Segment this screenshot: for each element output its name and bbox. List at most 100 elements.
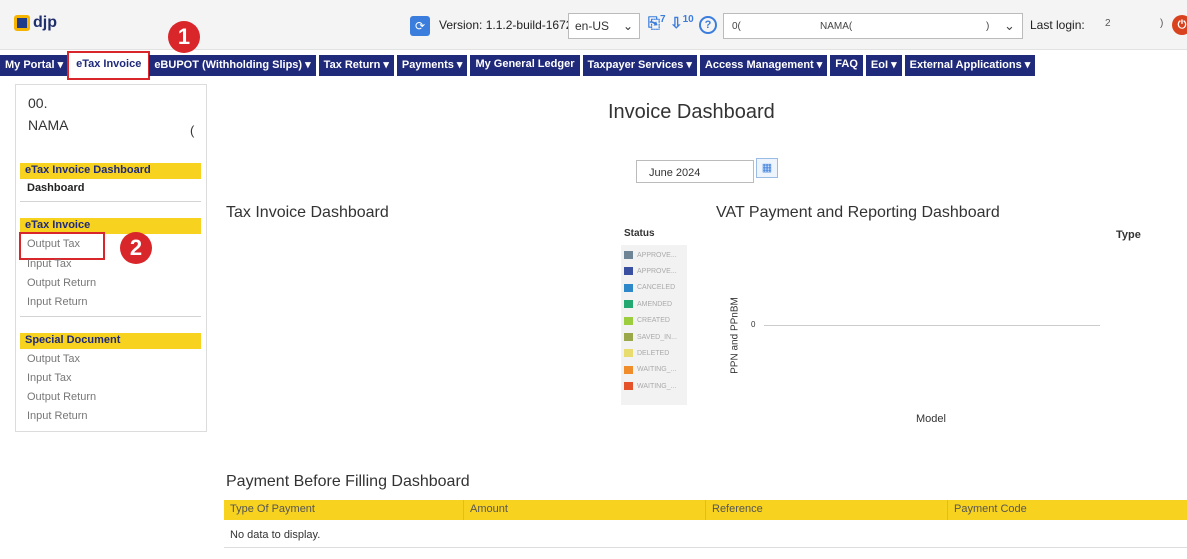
nav-payments[interactable]: Payments ▾ — [396, 55, 468, 76]
legend-label: WAITING_... — [637, 382, 677, 390]
version-info: Version: 1.1.2-build-1672 — [439, 18, 572, 32]
user-select[interactable]: 0( NAMA( ) ⌄ — [723, 13, 1023, 39]
legend-label: CREATED — [637, 317, 670, 325]
column-header-payment-code[interactable]: Payment Code — [948, 500, 1187, 520]
legend-label: WAITING_... — [637, 366, 677, 374]
last-login-label: Last login: — [1030, 18, 1085, 32]
nav-label: Access Management — [704, 59, 814, 71]
language-select[interactable]: en-US ⌄ — [568, 13, 640, 39]
tax-invoice-dashboard-title: Tax Invoice Dashboard — [226, 204, 389, 221]
calendar-icon[interactable]: ▦ — [756, 158, 778, 178]
legend-swatch — [624, 382, 633, 391]
legend-swatch — [624, 251, 633, 259]
sidebar-item-special-output-return[interactable]: Output Return — [27, 391, 96, 403]
legend-swatch — [624, 349, 633, 358]
sidebar-item-output-tax[interactable]: Output Tax — [27, 238, 80, 250]
legend-item[interactable]: WAITING_... — [624, 365, 677, 374]
legend-item[interactable]: SAVED_IN... — [624, 333, 677, 341]
sidebar-item-special-input-tax[interactable]: Input Tax — [27, 372, 71, 384]
legend-label: AMENDED — [637, 300, 673, 308]
legend-label: SAVED_IN... — [637, 333, 677, 341]
nav-label: eTax Invoice — [76, 58, 142, 70]
nav-tax-return[interactable]: Tax Return ▾ — [318, 55, 394, 76]
column-header-reference[interactable]: Reference — [706, 500, 948, 520]
version-icon[interactable]: ⟳ — [410, 16, 430, 36]
table-empty-row: No data to display. — [224, 520, 1187, 548]
nav-label: EoI — [870, 59, 889, 71]
sidebar-item-special-output-tax[interactable]: Output Tax — [27, 353, 80, 365]
nav-faq[interactable]: FAQ — [830, 55, 863, 76]
chart-y-axis-label: PPN and PPnBM — [729, 297, 741, 374]
notif-b-count: 10 — [682, 14, 694, 25]
sidebar: 00. NAMA ( eTax Invoice Dashboard Dashbo… — [15, 84, 207, 432]
section-title-special-document: Special Document — [20, 333, 201, 349]
legend-item[interactable]: CANCELED — [624, 283, 676, 292]
nav-general-ledger[interactable]: My General Ledger — [470, 55, 580, 76]
help-symbol: ? — [704, 19, 712, 31]
chevron-down-icon: ⌄ — [1004, 18, 1015, 33]
logout-icon[interactable]: ⏻ — [1172, 15, 1187, 35]
nav-etax-invoice[interactable]: eTax Invoice — [67, 51, 151, 80]
user-id: 0( — [732, 21, 741, 32]
nav-label: Payments — [401, 59, 454, 71]
nav-access-management[interactable]: Access Management ▾ — [699, 55, 828, 76]
nav-my-portal[interactable]: My Portal ▾ — [0, 55, 69, 76]
step-badge-1: 1 — [168, 21, 200, 53]
logo-icon — [14, 15, 30, 31]
column-header-type-of-payment[interactable]: Type Of Payment — [224, 500, 464, 520]
nav-eoi[interactable]: EoI ▾ — [865, 55, 902, 76]
payment-table-header: Type Of Payment Amount Reference Payment… — [224, 500, 1187, 520]
legend-swatch — [624, 365, 633, 374]
step-badge-2: 2 — [120, 232, 152, 264]
sidebar-item-input-tax[interactable]: Input Tax — [27, 258, 71, 270]
sidebar-item-special-input-return[interactable]: Input Return — [27, 410, 88, 422]
payment-dashboard-title: Payment Before Filling Dashboard — [226, 473, 470, 490]
message-icon[interactable]: ⇩10 — [670, 14, 694, 32]
nav-label: FAQ — [835, 58, 858, 70]
user-suffix: ) — [986, 21, 990, 32]
user-name: NAMA( — [820, 21, 853, 32]
djp-logo[interactable]: djp — [14, 14, 57, 32]
last-login-suffix: ) — [1160, 18, 1164, 29]
legend-label: DELETED — [637, 349, 670, 357]
legend-item[interactable]: DELETED — [624, 349, 670, 358]
divider — [20, 316, 201, 317]
legend-swatch — [624, 267, 633, 276]
version-label: Version: — [439, 18, 483, 32]
chart-y-tick: 0 — [751, 320, 756, 329]
logo-text: djp — [33, 14, 57, 31]
divider — [20, 201, 201, 202]
sidebar-item-dashboard[interactable]: Dashboard — [27, 182, 84, 194]
version-value: 1.1.2-build-1672 — [485, 18, 573, 32]
period-input[interactable]: June 2024 — [636, 160, 754, 183]
notification-bell-icon[interactable]: ⎘7 — [648, 14, 666, 32]
nav-label: Tax Return — [323, 59, 381, 71]
nav-ebupot[interactable]: eBUPOT (Withholding Slips) ▾ — [149, 55, 316, 76]
nav-taxpayer-services[interactable]: Taxpayer Services ▾ — [582, 55, 697, 76]
status-legend: APPROVE... APPROVE... CANCELED AMENDED CREAT… — [621, 245, 687, 405]
sidebar-item-output-return[interactable]: Output Return — [27, 277, 96, 289]
legend-item[interactable]: CREATED — [624, 316, 670, 325]
nav-label: My General Ledger — [475, 58, 575, 70]
section-title-dashboard: eTax Invoice Dashboard — [20, 163, 201, 179]
status-legend-title: Status — [624, 228, 655, 239]
chart-zero-line — [764, 325, 1100, 326]
chart-legend-title: Type — [1116, 229, 1141, 241]
legend-item[interactable]: WAITING_... — [624, 382, 677, 391]
vat-dashboard-title: VAT Payment and Reporting Dashboard — [716, 204, 1000, 221]
nav-label: External Applications — [909, 59, 1022, 71]
chart-x-axis-label: Model — [916, 413, 946, 425]
legend-item[interactable]: APPROVE... — [624, 267, 677, 276]
taxpayer-name: NAMA — [28, 117, 69, 133]
legend-item[interactable]: AMENDED — [624, 300, 673, 309]
page-title: Invoice Dashboard — [608, 101, 775, 123]
nav-label: My Portal — [5, 59, 55, 71]
sidebar-item-input-return[interactable]: Input Return — [27, 296, 88, 308]
legend-item[interactable]: APPROVE... — [624, 251, 677, 259]
column-header-amount[interactable]: Amount — [464, 500, 706, 520]
legend-label: CANCELED — [637, 284, 676, 292]
nav-external-applications[interactable]: External Applications ▾ — [904, 55, 1036, 76]
last-login-value: 2 — [1105, 18, 1111, 29]
legend-swatch — [624, 300, 633, 309]
help-icon[interactable]: ? — [699, 16, 717, 34]
